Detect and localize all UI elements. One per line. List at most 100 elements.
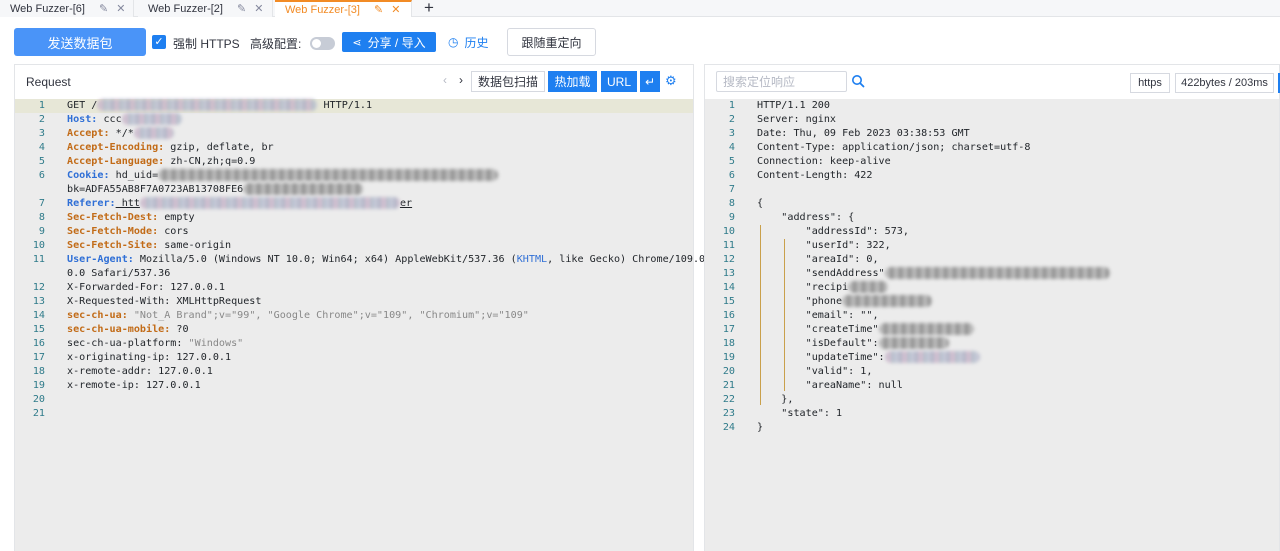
code-token: Server: nginx	[757, 114, 837, 125]
line-number: 11	[32, 254, 45, 265]
code-token: Content-Type: application/json; charset=…	[757, 142, 1031, 153]
code-token: 0.0 Safari/537.36	[67, 268, 171, 279]
code-line: 19 x-remote-ip: 127.0.0.1	[15, 379, 693, 393]
code-token: Cookie:	[67, 170, 110, 181]
request-editor[interactable]: 1 GET / HTTP/1.1 2 Host: ccc 3 Accept: */* 4 Ac…	[15, 99, 711, 551]
line-number: 10	[722, 226, 735, 237]
code-token: zh-CN,zh;q=0.9	[164, 156, 256, 167]
line-number: 20	[722, 366, 735, 377]
line-number: 1	[728, 100, 735, 111]
code-line: 16 "email": "",	[705, 309, 1279, 323]
redacted-blur	[884, 267, 1110, 279]
response-editor[interactable]: 1 HTTP/1.1 200 2 Server: nginx 3 Date: Thu, 0…	[705, 99, 1279, 551]
tab-web-fuzzer-6[interactable]: Web Fuzzer-[6] ✎ ✕	[0, 0, 134, 17]
line-number: 7	[728, 184, 735, 195]
line-number: 7	[38, 198, 45, 209]
code-text: sec-ch-ua: "Not_A Brand";v="99", "Google…	[67, 309, 529, 323]
code-line: 5 Accept-Language: zh-CN,zh;q=0.9	[15, 155, 693, 169]
code-token: X-Forwarded-For: 127.0.0.1	[67, 282, 226, 293]
line-number: 14	[32, 310, 45, 321]
toolbar: 发送数据包 ✓ 强制 HTTPS 高级配置: ⋖ 分享 / 导入 ◷ 历史 跟随…	[0, 24, 1280, 60]
close-icon[interactable]: ✕	[254, 2, 263, 15]
edit-icon[interactable]: ✎	[99, 2, 108, 15]
edit-icon[interactable]: ✎	[374, 3, 383, 16]
line-number: 17	[32, 352, 45, 363]
code-text: sec-ch-ua-mobile: ?0	[67, 323, 189, 337]
response-size-badge: 422bytes / 203ms	[1175, 73, 1274, 93]
close-icon[interactable]: ✕	[116, 2, 125, 15]
follow-redirect-button[interactable]: 跟随重定向	[507, 28, 596, 56]
code-line: 8{	[705, 197, 1279, 211]
line-number: 18	[32, 366, 45, 377]
tab-label: Web Fuzzer-[3]	[285, 3, 360, 16]
code-token: "state": 1	[757, 408, 843, 419]
code-token: Accept-Language:	[67, 156, 165, 167]
line-number: 21	[32, 408, 45, 419]
code-token: , like Gecko) Chrome/109.0.	[547, 254, 712, 265]
close-icon[interactable]: ✕	[391, 3, 400, 16]
code-token: hd_uid=	[109, 170, 159, 181]
code-token: Content-Length: 422	[757, 170, 873, 181]
add-tab-button[interactable]: +	[416, 0, 442, 17]
redacted-blur	[878, 323, 974, 335]
packet-scan-button[interactable]: 数据包扫描	[471, 71, 545, 92]
code-line: 15 sec-ch-ua-mobile: ?0	[15, 323, 693, 337]
code-token: ?0	[170, 324, 189, 335]
code-token: Mozilla/5.0 (Windows NT 10.0; Win64; x64…	[133, 254, 517, 265]
redacted-blur	[842, 295, 933, 307]
send-packet-button[interactable]: 发送数据包	[14, 28, 146, 56]
code-line: 5 Connection: keep-alive	[705, 155, 1279, 169]
code-text: Cookie: hd_uid=	[67, 169, 499, 183]
search-icon[interactable]	[851, 74, 865, 88]
url-button[interactable]: URL	[601, 71, 637, 92]
code-token: "areaName": null	[757, 380, 903, 391]
gear-icon[interactable]: ⚙	[665, 73, 677, 89]
line-number: 19	[722, 352, 735, 363]
code-token: Sec-Fetch-Site:	[67, 240, 159, 251]
line-number: 1	[38, 100, 45, 111]
code-text: "valid": 1,	[757, 365, 873, 379]
tab-label: Web Fuzzer-[6]	[10, 2, 85, 15]
code-text: "userId": 322,	[757, 239, 891, 253]
response-search-input[interactable]	[716, 71, 847, 92]
line-wrap-button[interactable]: ↵	[640, 71, 660, 92]
code-text: "areaId": 0,	[757, 253, 879, 267]
line-number: 17	[722, 324, 735, 335]
code-token: sec-ch-ua-mobile:	[67, 324, 171, 335]
code-text: Accept-Encoding: gzip, deflate, br	[67, 141, 274, 155]
code-token: "updateTime":	[757, 352, 885, 363]
code-text: x-remote-ip: 127.0.0.1	[67, 379, 201, 393]
code-token: Host:	[67, 114, 98, 125]
chevron-right-icon[interactable]: ›	[459, 73, 463, 87]
code-token: sec-ch-ua:	[67, 310, 128, 321]
code-token: "recipi	[757, 282, 849, 293]
history-button[interactable]: ◷ 历史	[448, 32, 489, 52]
code-line: 4 Accept-Encoding: gzip, deflate, br	[15, 141, 693, 155]
redacted-blur	[133, 127, 174, 139]
edit-icon[interactable]: ✎	[237, 2, 246, 15]
code-line: 13 "sendAddress"	[705, 267, 1279, 281]
tab-label: Web Fuzzer-[2]	[148, 2, 223, 15]
share-import-button[interactable]: ⋖ 分享 / 导入	[342, 32, 436, 52]
chevron-left-icon[interactable]: ‹	[443, 73, 447, 87]
force-https-checkbox[interactable]: ✓	[152, 35, 166, 49]
code-text: }	[757, 421, 763, 435]
advanced-config-toggle[interactable]	[310, 37, 335, 50]
code-token: bk=ADFA55AB8F7A0723AB13708FE6	[67, 184, 244, 195]
code-token: "isDefault":	[757, 338, 879, 349]
code-token: er	[399, 198, 413, 209]
code-line: 9 Sec-Fetch-Mode: cors	[15, 225, 693, 239]
code-text: "recipi	[757, 281, 889, 295]
code-text: Sec-Fetch-Dest: empty	[67, 211, 195, 225]
line-number: 3	[38, 128, 45, 139]
tab-web-fuzzer-3[interactable]: Web Fuzzer-[3] ✎ ✕	[275, 0, 412, 17]
code-line: 0.0 Safari/537.36	[15, 267, 693, 281]
hot-load-button[interactable]: 热加载	[548, 71, 597, 92]
code-text: Connection: keep-alive	[757, 155, 891, 169]
code-text: Server: nginx	[757, 113, 836, 127]
code-token: },	[757, 394, 794, 405]
code-token: }	[757, 422, 764, 433]
tab-web-fuzzer-2[interactable]: Web Fuzzer-[2] ✎ ✕	[138, 0, 273, 17]
line-number: 2	[728, 114, 735, 125]
line-number: 22	[722, 394, 735, 405]
